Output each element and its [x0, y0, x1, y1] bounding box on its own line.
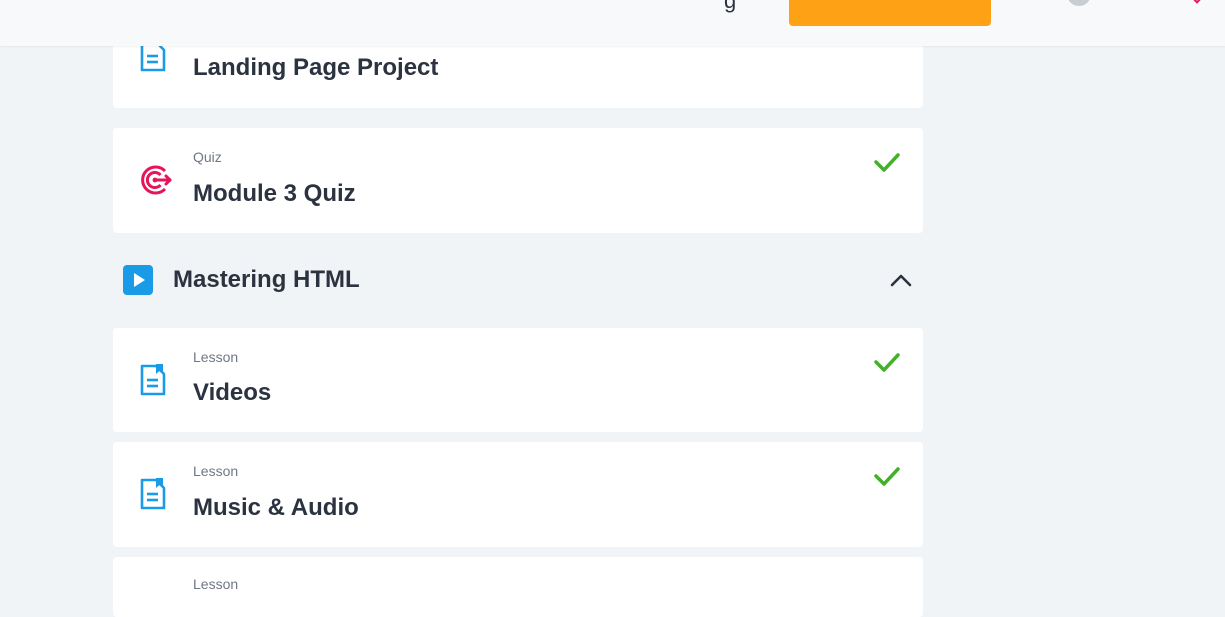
curriculum-item-videos[interactable]: Lesson Videos [113, 328, 923, 432]
item-title: Module 3 Quiz [193, 180, 356, 207]
quiz-target-icon [141, 165, 172, 195]
item-type-label: Lesson [193, 349, 239, 365]
play-icon [123, 265, 153, 295]
lesson-icon [140, 478, 166, 510]
item-title: Music & Audio [193, 494, 359, 521]
check-icon [874, 353, 900, 372]
section-title: Mastering HTML [173, 266, 360, 293]
chevron-up-icon[interactable] [889, 270, 913, 290]
check-icon [874, 467, 900, 486]
user-avatar[interactable] [1067, 0, 1091, 6]
check-icon [874, 153, 900, 172]
section-header-mastering-html[interactable]: Mastering HTML [113, 250, 923, 310]
item-title: Landing Page Project [193, 54, 439, 81]
curriculum-item-next-lesson[interactable]: Lesson [113, 557, 923, 617]
top-navigation-bar: g [0, 0, 1225, 46]
notification-chevron-icon[interactable] [1191, 0, 1203, 4]
primary-cta-button[interactable] [789, 0, 991, 26]
lesson-icon [140, 364, 166, 396]
curriculum-item-module-3-quiz[interactable]: Quiz Module 3 Quiz [113, 128, 923, 233]
curriculum-item-music-audio[interactable]: Lesson Music & Audio [113, 442, 923, 547]
nav-link-fragment[interactable]: g [724, 0, 736, 14]
item-type-label: Lesson [193, 576, 239, 592]
item-title: Videos [193, 379, 272, 406]
item-type-label: Quiz [193, 149, 222, 165]
item-type-label: Lesson [193, 463, 239, 479]
